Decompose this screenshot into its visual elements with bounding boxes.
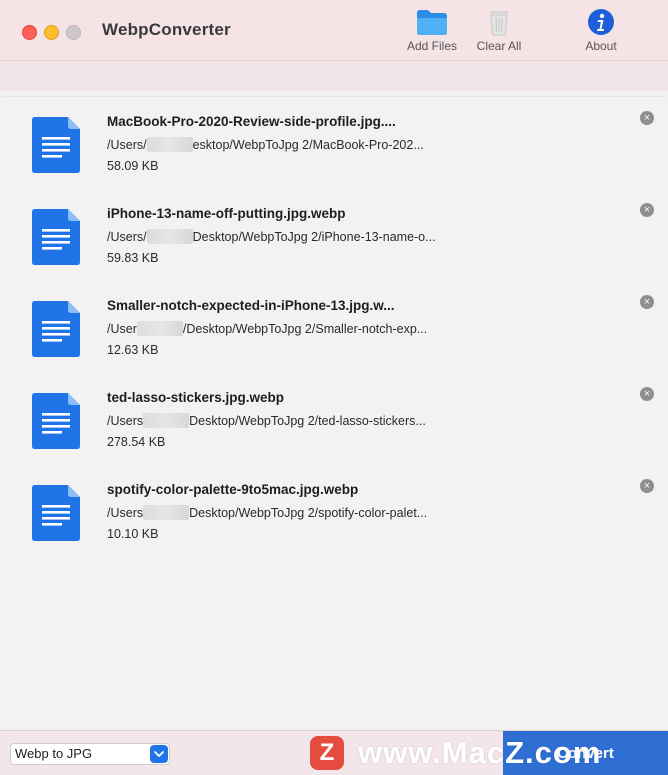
file-path-suffix: esktop/WebpToJpg 2/MacBook-Pro-202...	[192, 138, 424, 152]
window-title: WebpConverter	[102, 20, 231, 39]
remove-file-icon[interactable]: ×	[640, 203, 654, 217]
file-path-prefix: /Users/	[107, 230, 147, 244]
remove-file-icon[interactable]: ×	[640, 295, 654, 309]
document-icon	[32, 209, 80, 265]
file-list[interactable]: MacBook-Pro-2020-Review-side-profile.jpg…	[2, 96, 666, 727]
file-path: /Users Desktop/WebpToJpg 2/spotify-color-…	[107, 505, 427, 520]
title-bar: WebpConverter Add Files Clear All About	[0, 0, 668, 61]
about-button[interactable]: About	[578, 8, 624, 53]
file-path: /Users Desktop/WebpToJpg 2/ted-lasso-stic…	[107, 413, 426, 428]
file-path: /Users/esktop/WebpToJpg 2/MacBook-Pro-20…	[107, 137, 424, 152]
file-path-prefix: /Users/	[107, 138, 147, 152]
file-path-prefix: /Users	[107, 506, 144, 520]
file-size: 10.10 KB	[107, 527, 159, 541]
add-files-button[interactable]: Add Files	[402, 8, 462, 53]
file-size: 278.54 KB	[107, 435, 166, 449]
file-name: Smaller-notch-expected-in-iPhone-13.jpg.…	[107, 298, 395, 313]
file-name: MacBook-Pro-2020-Review-side-profile.jpg…	[107, 114, 396, 129]
file-path-suffix: Desktop/WebpToJpg 2/iPhone-13-name-o...	[192, 230, 436, 244]
remove-file-icon[interactable]: ×	[640, 111, 654, 125]
trash-icon	[490, 11, 508, 36]
bottom-bar: Webp to JPG Convert	[0, 730, 668, 775]
file-path-prefix: /Users	[107, 414, 144, 428]
about-label: About	[585, 39, 617, 53]
file-row[interactable]: Smaller-notch-expected-in-iPhone-13.jpg.…	[2, 281, 666, 373]
zoom-window-button[interactable]	[66, 25, 81, 40]
format-select-value: Webp to JPG	[15, 746, 93, 761]
file-size: 59.83 KB	[107, 251, 159, 265]
clear-all-button[interactable]: Clear All	[470, 8, 528, 53]
file-row[interactable]: spotify-color-palette-9to5mac.jpg.webp /…	[2, 465, 666, 557]
file-name: spotify-color-palette-9to5mac.jpg.webp	[107, 482, 359, 497]
file-path-suffix: Desktop/WebpToJpg 2/ted-lasso-stickers..…	[189, 414, 426, 428]
file-name: ted-lasso-stickers.jpg.webp	[107, 390, 285, 405]
file-size: 12.63 KB	[107, 343, 159, 357]
add-files-label: Add Files	[406, 39, 458, 53]
chevron-down-icon	[150, 745, 168, 763]
file-path: /Users/Desktop/WebpToJpg 2/iPhone-13-nam…	[107, 229, 436, 244]
minimize-window-button[interactable]	[44, 25, 59, 40]
redacted-username	[136, 321, 183, 336]
remove-file-icon[interactable]: ×	[640, 387, 654, 401]
document-icon	[32, 301, 80, 357]
remove-file-icon[interactable]: ×	[640, 479, 654, 493]
file-path-suffix: /Desktop/WebpToJpg 2/Smaller-notch-exp..…	[182, 322, 428, 336]
file-row[interactable]: MacBook-Pro-2020-Review-side-profile.jpg…	[2, 97, 666, 189]
redacted-username	[143, 413, 190, 428]
file-path: /User/Desktop/WebpToJpg 2/Smaller-notch-…	[107, 321, 427, 336]
file-name: iPhone-13-name-off-putting.jpg.webp	[107, 206, 346, 221]
document-icon	[32, 393, 80, 449]
file-row[interactable]: iPhone-13-name-off-putting.jpg.webp /Use…	[2, 189, 666, 281]
info-icon	[588, 9, 614, 35]
file-size: 58.09 KB	[107, 159, 159, 173]
folder-icon	[417, 10, 447, 35]
document-icon	[32, 117, 80, 173]
convert-button[interactable]: Convert	[503, 731, 668, 775]
toolbar-strip	[0, 61, 668, 91]
redacted-username	[143, 505, 190, 520]
document-icon	[32, 485, 80, 541]
redacted-username	[146, 229, 193, 244]
file-path-prefix: /User	[107, 322, 137, 336]
app-window: WebpConverter Add Files Clear All About …	[0, 0, 668, 775]
clear-all-label: Clear All	[476, 39, 522, 53]
file-row[interactable]: ted-lasso-stickers.jpg.webp /Users Deskto…	[2, 373, 666, 465]
file-path-suffix: Desktop/WebpToJpg 2/spotify-color-palet.…	[189, 506, 428, 520]
redacted-username	[146, 137, 193, 152]
format-select[interactable]: Webp to JPG	[10, 743, 170, 765]
close-window-button[interactable]	[22, 25, 37, 40]
